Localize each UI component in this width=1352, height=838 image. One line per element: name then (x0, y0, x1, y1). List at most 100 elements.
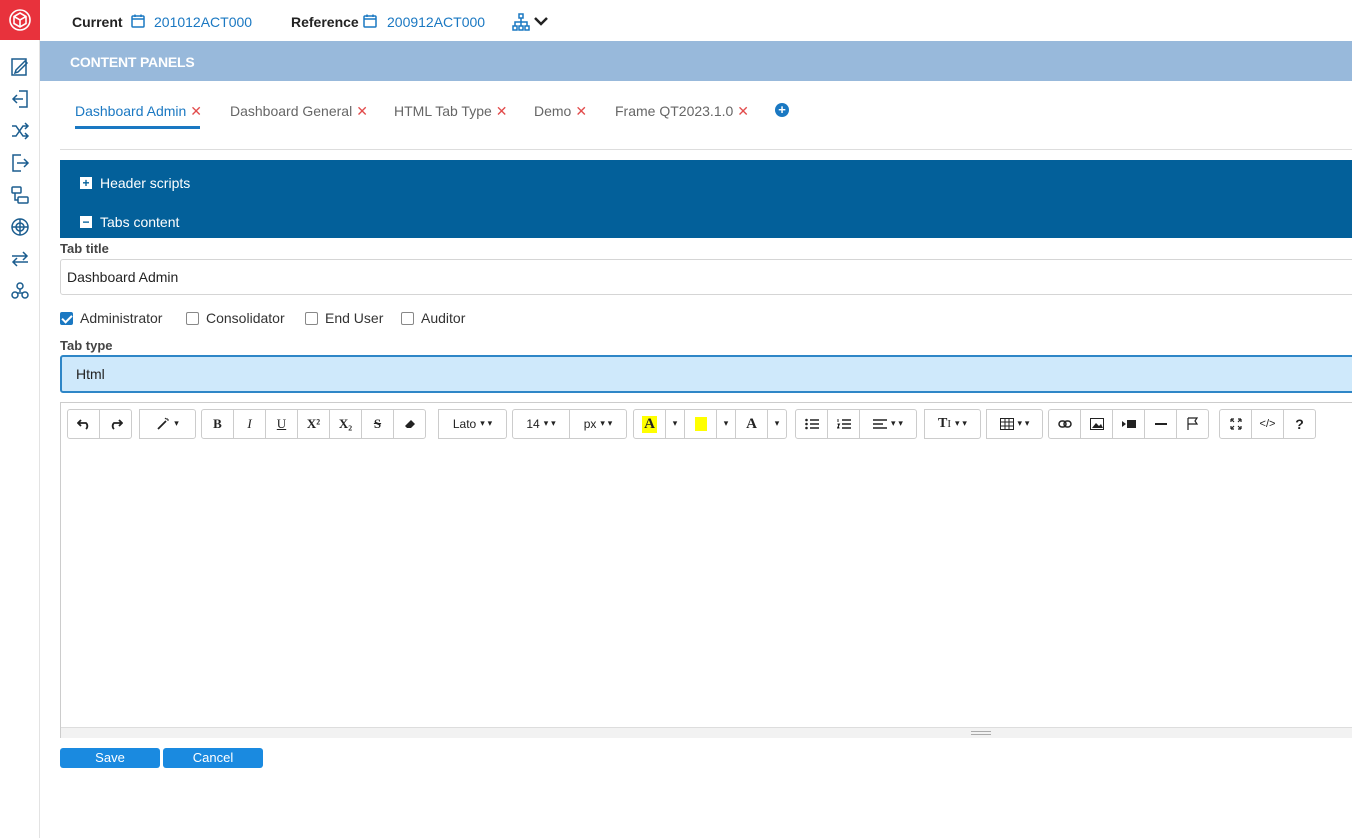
tab-demo[interactable]: Demo ✕ (534, 103, 587, 120)
tab-title-input[interactable] (60, 259, 1352, 295)
save-button[interactable]: Save (60, 748, 160, 768)
strikethrough-button[interactable]: S (361, 409, 394, 439)
tab-frame-qt[interactable]: Frame QT2023.1.0 ✕ (615, 103, 749, 120)
sidebar (0, 0, 40, 838)
checkbox-box[interactable] (305, 311, 318, 325)
collapse-icon: − (80, 216, 92, 228)
globe-network-icon[interactable] (9, 216, 31, 238)
italic-button[interactable]: I (233, 409, 266, 439)
editor-content-area[interactable] (61, 447, 1352, 727)
import-icon[interactable] (9, 88, 31, 110)
tab-bar: Dashboard Admin ✕ Dashboard General ✕ HTML… (60, 81, 1352, 150)
checkbox-end-user[interactable]: End User (305, 310, 383, 326)
checkbox-box[interactable] (60, 311, 73, 325)
reference-period-link[interactable]: 200912ACT000 (387, 14, 485, 30)
underline-button[interactable]: U (265, 409, 298, 439)
subscript-button[interactable]: X₂ (329, 409, 362, 439)
tab-type-select[interactable]: Html (60, 355, 1352, 393)
tab-type-label: Tab type (60, 338, 113, 353)
current-label: Current (72, 14, 123, 30)
font-name-dropdown[interactable]: Lato ▾ ▾ (438, 409, 507, 439)
checkbox-administrator[interactable]: Administrator (60, 310, 162, 326)
hierarchy-icon[interactable] (512, 13, 530, 31)
insert-group (1048, 409, 1209, 439)
checkbox-label: Administrator (80, 310, 163, 326)
style-group: ▾ (139, 409, 196, 439)
help-button[interactable]: ? (1283, 409, 1316, 439)
caret-icon[interactable]: ▾ (716, 409, 736, 439)
line-height-dropdown[interactable]: T I ▾ ▾ (924, 409, 981, 439)
close-icon[interactable]: ✕ (575, 103, 587, 119)
checkbox-label: Consolidator (206, 310, 285, 326)
tab-label: Dashboard Admin (75, 103, 187, 119)
checkbox-consolidator[interactable]: Consolidator (186, 310, 285, 326)
section-label: Tabs content (100, 214, 180, 230)
color-group: A ▾ ▾ A ▾ (633, 409, 787, 439)
horizontal-rule-icon[interactable] (1144, 409, 1177, 439)
add-tab-icon[interactable]: + (775, 103, 789, 117)
cube-logo-icon (9, 9, 31, 31)
code-view-button[interactable]: </> (1251, 409, 1284, 439)
checkbox-auditor[interactable]: Auditor (401, 310, 465, 326)
bold-button[interactable]: B (201, 409, 234, 439)
editor-resize-handle[interactable] (61, 727, 1352, 738)
fullscreen-icon[interactable] (1219, 409, 1252, 439)
format-group: B I U X² X₂ S (201, 409, 426, 439)
checkbox-box[interactable] (186, 311, 199, 325)
calendar-icon[interactable] (131, 14, 145, 28)
close-icon[interactable]: ✕ (496, 103, 508, 119)
magic-wand-icon[interactable]: ▾ (139, 409, 196, 439)
swap-icon[interactable] (9, 248, 31, 270)
top-bar: Current 201012ACT000 Reference 200912ACT… (40, 0, 1352, 41)
text-highlight-button[interactable]: A (633, 409, 666, 439)
header-scripts-section[interactable]: + Header scripts (80, 173, 190, 193)
edit-document-icon[interactable] (9, 56, 31, 78)
eraser-icon[interactable] (393, 409, 426, 439)
cancel-button[interactable]: Cancel (163, 748, 263, 768)
app-logo[interactable] (0, 0, 40, 40)
table-dropdown[interactable]: ▾ ▾ (986, 409, 1043, 439)
caret-icon[interactable]: ▾ (665, 409, 685, 439)
section-label: Header scripts (100, 175, 191, 191)
caret-icon[interactable]: ▾ (767, 409, 787, 439)
panel-title: CONTENT PANELS (70, 54, 195, 70)
current-period-link[interactable]: 201012ACT000 (154, 14, 252, 30)
close-icon[interactable]: ✕ (356, 103, 368, 119)
tab-label: Frame QT2023.1.0 (615, 103, 734, 119)
numbered-list-icon[interactable] (827, 409, 860, 439)
export-icon[interactable] (9, 152, 31, 174)
superscript-button[interactable]: X² (297, 409, 330, 439)
bullet-list-icon[interactable] (795, 409, 828, 439)
active-tab-indicator (75, 126, 200, 129)
expand-icon: + (80, 177, 92, 189)
flag-icon[interactable] (1176, 409, 1209, 439)
background-color-button[interactable] (684, 409, 717, 439)
reference-label: Reference (291, 14, 359, 30)
undo-icon[interactable] (67, 409, 100, 439)
tab-dashboard-admin[interactable]: Dashboard Admin ✕ (75, 103, 202, 120)
close-icon[interactable]: ✕ (190, 103, 202, 119)
copy-layers-icon[interactable] (9, 184, 31, 206)
grip-icon (971, 731, 991, 735)
tab-html-tab-type[interactable]: HTML Tab Type ✕ (394, 103, 508, 120)
font-size-dropdown[interactable]: 14 ▾ ▾ (512, 409, 570, 439)
align-dropdown[interactable]: ▾ ▾ (859, 409, 917, 439)
redo-icon[interactable] (99, 409, 132, 439)
caret-icon: ▾ (174, 419, 179, 429)
close-icon[interactable]: ✕ (737, 103, 749, 119)
view-group: </> ? (1219, 409, 1316, 439)
font-unit-dropdown[interactable]: px ▾ ▾ (569, 409, 627, 439)
tabs-content-section[interactable]: − Tabs content (80, 212, 179, 232)
checkbox-box[interactable] (401, 311, 414, 325)
tab-dashboard-general[interactable]: Dashboard General ✕ (230, 103, 368, 120)
link-icon[interactable] (1048, 409, 1081, 439)
chevron-down-icon[interactable] (532, 12, 550, 30)
calendar-icon[interactable] (363, 14, 377, 28)
font-color-button[interactable]: A (735, 409, 768, 439)
users-network-icon[interactable] (9, 280, 31, 302)
image-icon[interactable] (1080, 409, 1113, 439)
shuffle-icon[interactable] (9, 120, 31, 142)
video-icon[interactable] (1112, 409, 1145, 439)
font-size-group: 14 ▾ ▾ px ▾ ▾ (512, 409, 627, 439)
tab-label: HTML Tab Type (394, 103, 492, 119)
